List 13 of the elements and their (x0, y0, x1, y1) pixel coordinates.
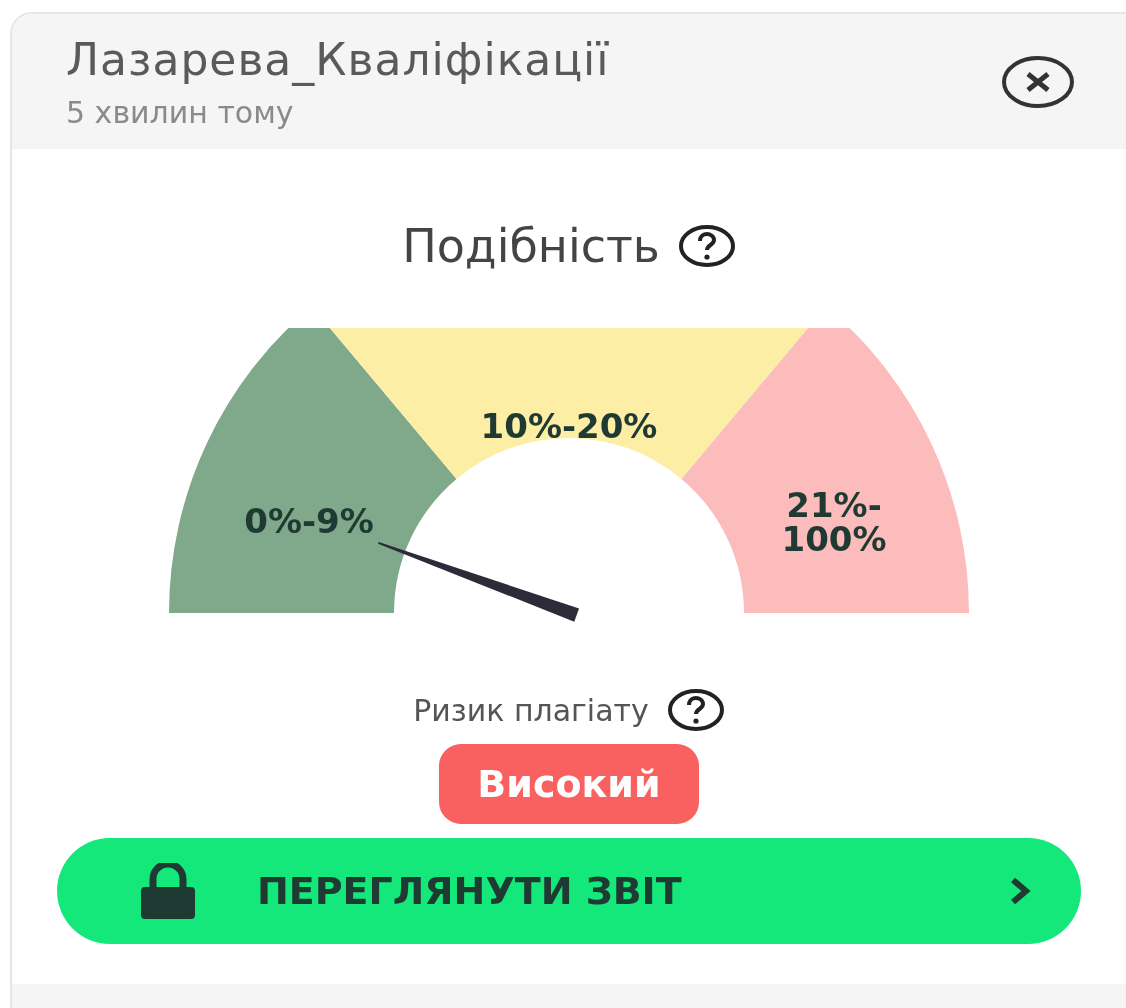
risk-label: Ризик плагіату (413, 692, 649, 728)
gauge-label: 0%-9% (244, 501, 374, 541)
similarity-title: Подібність (402, 219, 660, 273)
gauge-label: 10%-20% (480, 406, 658, 446)
risk-badge: Високий (439, 744, 699, 824)
timestamp: 5 хвилин тому (66, 94, 295, 130)
help-icon[interactable] (677, 224, 736, 268)
close-icon[interactable] (1000, 53, 1076, 110)
gauge-label: 21%- 100% (781, 485, 887, 559)
help-icon[interactable] (666, 688, 725, 732)
document-title: Лазарева_Кваліфікації (66, 33, 610, 85)
chevron-right-icon (1009, 876, 1031, 906)
view-report-button[interactable]: ПЕРЕГЛЯНУТИ ЗВІТ (57, 838, 1081, 944)
